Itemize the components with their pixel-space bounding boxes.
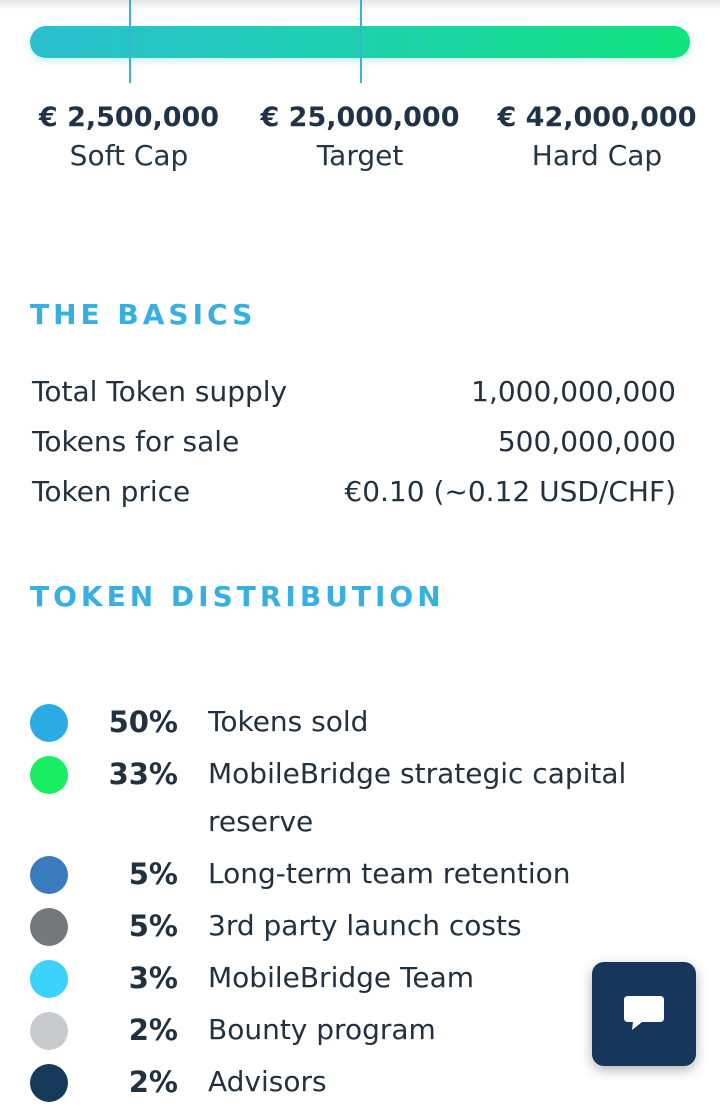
hard-cap: € 42,000,000 Hard Cap — [477, 100, 717, 176]
legend-dot-icon — [30, 908, 68, 946]
distribution-item: 5% 3rd party launch costs — [30, 902, 670, 950]
basics-value: 1,000,000,000 — [471, 374, 676, 408]
distribution-percent: 3% — [128, 961, 178, 995]
distribution-item: 2% Advisors — [30, 1058, 670, 1106]
basics-value: 500,000,000 — [497, 424, 676, 458]
legend-dot-icon — [30, 960, 68, 998]
distribution-list: 50% Tokens sold 33% MobileBridge strateg… — [30, 698, 670, 1110]
basics-table: Total Token supply 1,000,000,000 Tokens … — [32, 366, 676, 516]
distribution-percent: 2% — [128, 1013, 178, 1047]
chat-bubble-icon — [624, 996, 664, 1030]
distribution-percent: 2% — [128, 1065, 178, 1099]
distribution-item: 50% Tokens sold — [30, 698, 670, 746]
distribution-percent: 5% — [128, 857, 178, 891]
distribution-item: 5% Long-term team retention — [30, 850, 670, 898]
hard-cap-amount: € 42,000,000 — [497, 102, 697, 133]
distribution-label: 3rd party launch costs — [208, 909, 522, 942]
legend-dot-icon — [30, 704, 68, 742]
basics-row-total-supply: Total Token supply 1,000,000,000 — [32, 366, 676, 416]
distribution-label: Long-term team retention — [208, 857, 571, 890]
target-marker — [360, 0, 362, 83]
distribution-item: 3% MobileBridge Team — [30, 954, 670, 1002]
legend-dot-icon — [30, 1012, 68, 1050]
target-cap: € 25,000,000 Target — [240, 100, 480, 176]
basics-row-token-price: Token price €0.10 (~0.12 USD/CHF) — [32, 466, 676, 516]
legend-dot-icon — [30, 756, 68, 794]
soft-cap: € 2,500,000 Soft Cap — [9, 100, 249, 176]
basics-value: €0.10 (~0.12 USD/CHF) — [344, 474, 676, 508]
distribution-label: MobileBridge strategic capital reserve — [208, 757, 627, 838]
basics-heading: THE BASICS — [30, 298, 257, 331]
basics-row-tokens-for-sale: Tokens for sale 500,000,000 — [32, 416, 676, 466]
target-amount: € 25,000,000 — [260, 102, 460, 133]
soft-cap-label: Soft Cap — [69, 139, 189, 172]
distribution-percent: 5% — [128, 909, 178, 943]
soft-cap-marker — [129, 0, 131, 83]
hard-cap-label: Hard Cap — [531, 139, 663, 172]
chat-button[interactable] — [592, 962, 696, 1066]
distribution-percent: 33% — [108, 757, 178, 791]
distribution-item: 2% Bounty program — [30, 1006, 670, 1054]
distribution-percent: 50% — [108, 705, 178, 739]
legend-dot-icon — [30, 1064, 68, 1102]
legend-dot-icon — [30, 856, 68, 894]
basics-label: Total Token supply — [32, 374, 288, 408]
soft-cap-amount: € 2,500,000 — [38, 102, 220, 133]
distribution-label: MobileBridge Team — [208, 961, 475, 994]
distribution-heading: TOKEN DISTRIBUTION — [30, 580, 445, 613]
distribution-label: Tokens sold — [208, 705, 369, 738]
basics-label: Tokens for sale — [32, 424, 240, 458]
distribution-label: Bounty program — [208, 1013, 436, 1046]
distribution-label: Advisors — [208, 1065, 327, 1098]
basics-label: Token price — [32, 474, 191, 508]
distribution-item: 33% MobileBridge strategic capital reser… — [30, 750, 670, 846]
target-label: Target — [316, 139, 404, 172]
